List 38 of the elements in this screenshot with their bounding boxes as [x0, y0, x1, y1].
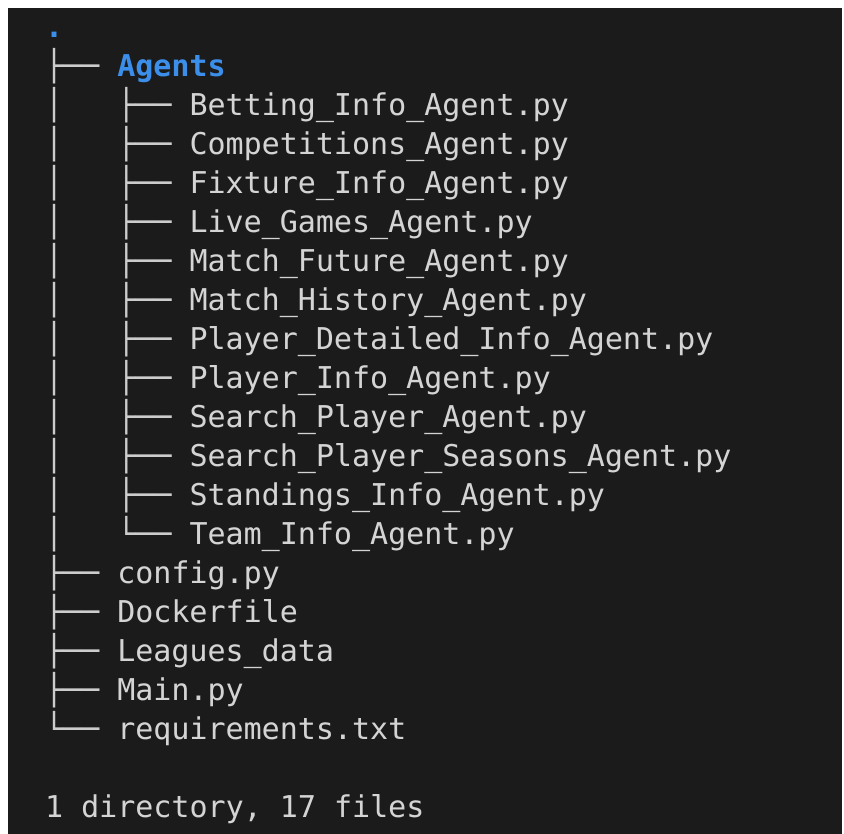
tree-branch: │ ├── [45, 400, 172, 435]
tree-branch: ├── [45, 49, 100, 84]
file-name: config.py [117, 556, 280, 591]
file-name: Player_Info_Agent.py [189, 361, 551, 396]
file-name: Team_Info_Agent.py [189, 517, 515, 552]
tree-branch: │ ├── [45, 283, 172, 318]
tree-branch: │ ├── [45, 439, 172, 474]
tree-branch: │ ├── [45, 166, 172, 201]
tree-branch: │ └── [45, 517, 172, 552]
tree-branch: ├── [45, 634, 100, 669]
tree-branch: │ ├── [45, 244, 172, 279]
tree-branch: │ ├── [45, 361, 172, 396]
file-name: Search_Player_Seasons_Agent.py [189, 439, 732, 474]
file-name: Betting_Info_Agent.py [189, 88, 569, 123]
tree-branch: │ ├── [45, 205, 172, 240]
summary-text: 1 directory, 17 files [45, 790, 424, 825]
tree-branch: │ ├── [45, 322, 172, 357]
file-name: Main.py [117, 673, 244, 708]
file-name: Dockerfile [117, 595, 298, 630]
tree-branch: │ ├── [45, 478, 172, 513]
tree-branch: ├── [45, 556, 100, 591]
root-directory: . [45, 10, 64, 45]
tree-branch: │ ├── [45, 127, 172, 162]
file-name: Match_Future_Agent.py [189, 244, 569, 279]
tree-branch: │ ├── [45, 88, 172, 123]
file-name: Competitions_Agent.py [189, 127, 569, 162]
file-name: Search_Player_Agent.py [189, 400, 587, 435]
directory-name: Agents [117, 49, 226, 84]
file-name: Leagues_data [117, 634, 334, 669]
file-name: Live_Games_Agent.py [189, 205, 533, 240]
file-name: Match_History_Agent.py [189, 283, 587, 318]
file-name: Player_Detailed_Info_Agent.py [189, 322, 714, 357]
file-name: Fixture_Info_Agent.py [189, 166, 569, 201]
tree-branch: ├── [45, 673, 100, 708]
file-name: Standings_Info_Agent.py [189, 478, 605, 513]
tree-branch: └── [45, 712, 100, 747]
file-name: requirements.txt [117, 712, 406, 747]
tree-branch: ├── [45, 595, 100, 630]
